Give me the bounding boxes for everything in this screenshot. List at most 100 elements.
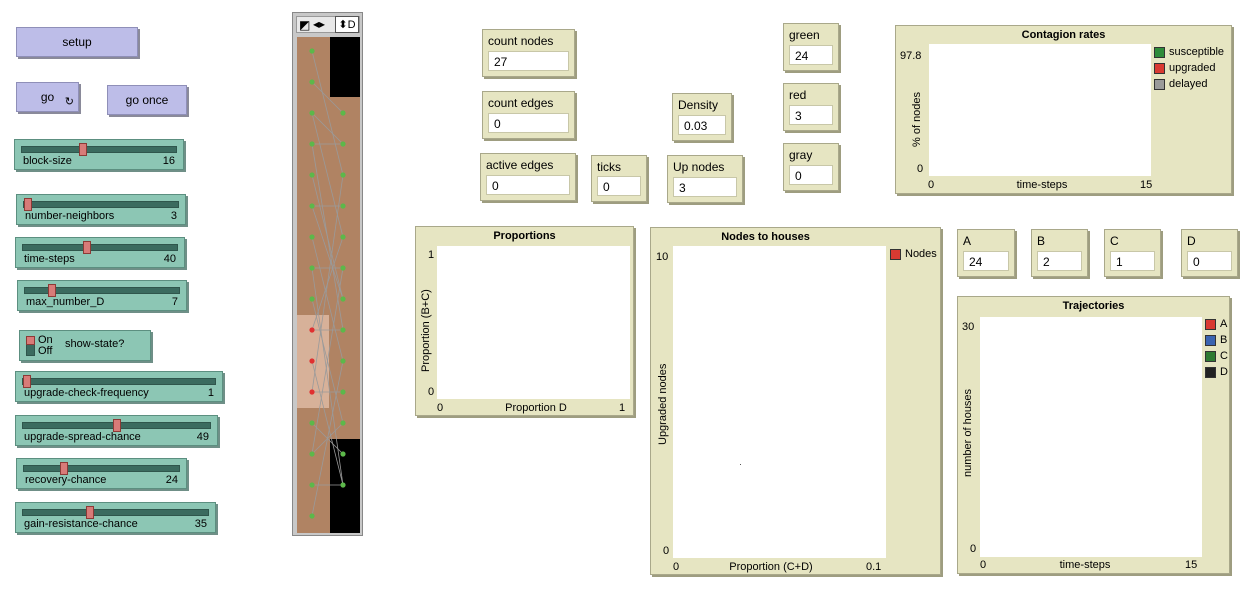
trajectories-legend: A B C D (1205, 316, 1228, 380)
node-susceptible (340, 451, 346, 457)
trajectories-xlabel: time-steps (1059, 559, 1111, 571)
legend-d: D (1205, 364, 1228, 380)
slider-track[interactable] (21, 143, 177, 156)
legend-nodes: Nodes (890, 246, 937, 262)
node-susceptible (340, 482, 346, 488)
gray-label: gray (789, 148, 813, 162)
view-letter: D (347, 18, 356, 31)
legend-a: A (1205, 316, 1228, 332)
vertical-arrows-icon[interactable]: ⬍ D (335, 16, 359, 33)
active-edges-value: 0 (486, 175, 570, 195)
slider-gain-resistance-chance[interactable]: gain-resistance-chance 35 (15, 502, 216, 533)
nodes-legend-label: Nodes (905, 248, 937, 260)
slider-recovery-chance[interactable]: recovery-chance 24 (16, 458, 187, 489)
switch-off-label: Off (38, 345, 53, 357)
slider-track[interactable] (22, 241, 178, 254)
slider-name: upgrade-check-frequency (24, 387, 149, 399)
count-nodes-label: count nodes (488, 34, 554, 48)
node-susceptible (309, 296, 315, 302)
slider-time-steps[interactable]: time-steps 40 (15, 237, 185, 268)
forever-icon: ↻ (64, 96, 74, 108)
nodes-to-houses-plot: Nodes to houses 10 0 0 0.1 Proportion (C… (650, 227, 941, 575)
view-toolbar: ◩ ◂▸ ⬍ D (296, 16, 360, 33)
slider-value: 49 (196, 431, 209, 443)
slider-thumb[interactable] (79, 143, 87, 156)
node-susceptible (309, 234, 315, 240)
proportions-ymin: 0 (428, 386, 435, 398)
slider-track[interactable] (22, 506, 209, 519)
go-once-button[interactable]: go once (107, 85, 187, 115)
node-susceptible (340, 389, 346, 395)
up-nodes-value: 3 (673, 177, 737, 197)
switch-knob[interactable] (26, 336, 35, 345)
slider-value: 16 (162, 155, 175, 167)
slider-track[interactable] (23, 198, 179, 211)
slider-max_number_D[interactable]: max_number_D 7 (17, 280, 187, 311)
go-label: go (40, 90, 55, 104)
delayed-label: delayed (1169, 78, 1208, 90)
slider-thumb[interactable] (83, 241, 91, 254)
b-monitor: B 2 (1031, 229, 1088, 277)
ticks-label: ticks (597, 160, 621, 174)
slider-value: 40 (163, 253, 176, 265)
node-susceptible (309, 110, 315, 116)
c-monitor: C 1 (1104, 229, 1161, 277)
node-susceptible (309, 172, 315, 178)
trajectories-plot: Trajectories 30 0 0 15 time-steps number… (957, 296, 1230, 574)
proportions-plot: Proportions 1 0 0 1 Proportion D Proport… (415, 226, 634, 416)
upgraded-swatch (1154, 62, 1165, 74)
slider-upgrade-spread-chance[interactable]: upgrade-spread-chance 49 (15, 415, 218, 446)
ticks-monitor: ticks 0 (591, 155, 647, 202)
switch-track[interactable] (26, 336, 35, 356)
slider-value: 24 (165, 474, 178, 486)
d-legend-label: D (1220, 366, 1228, 378)
slider-name: max_number_D (26, 296, 105, 308)
b-legend-label: B (1220, 334, 1228, 346)
slider-track[interactable] (22, 375, 216, 388)
c-value: 1 (1110, 251, 1155, 271)
go-button[interactable]: go ↻ (16, 82, 79, 112)
slider-value: 3 (170, 210, 177, 222)
contagion-xmax: 15 (1140, 179, 1153, 191)
setup-button[interactable]: setup (16, 27, 138, 57)
green-monitor: green 24 (783, 23, 839, 71)
a-legend-label: A (1220, 318, 1228, 330)
node-susceptible (340, 110, 346, 116)
contagion-xlabel: time-steps (1016, 179, 1068, 191)
active-edges-label: active edges (486, 158, 554, 172)
node-susceptible (309, 482, 315, 488)
contagion-plot-title: Contagion rates (1021, 29, 1106, 41)
slider-upgrade-check-frequency[interactable]: upgrade-check-frequency 1 (15, 371, 223, 402)
node-upgraded (309, 389, 315, 395)
count-edges-monitor: count edges 0 (482, 91, 575, 139)
node-susceptible (309, 141, 315, 147)
node-susceptible (309, 513, 315, 519)
proportions-xmin: 0 (437, 402, 444, 414)
world-canvas[interactable] (297, 37, 360, 533)
contagion-rates-plot: Contagion rates 97.8 0 0 15 time-steps %… (895, 25, 1232, 194)
black-patch-top (330, 37, 360, 97)
node-susceptible (309, 203, 315, 209)
trajectories-plot-area (980, 317, 1202, 557)
slider-name: block-size (23, 155, 72, 167)
show-state-switch[interactable]: On Off show-state? (19, 330, 151, 361)
red-label: red (789, 88, 807, 102)
node-susceptible (340, 141, 346, 147)
slider-number-neighbors[interactable]: number-neighbors 3 (16, 194, 186, 225)
slider-block-size[interactable]: block-size 16 (14, 139, 184, 170)
red-monitor: red 3 (783, 83, 839, 131)
up-nodes-label: Up nodes (673, 160, 725, 174)
perspective-icon[interactable]: ◩ (299, 18, 310, 32)
nodes-plot-title: Nodes to houses (721, 231, 810, 243)
trajectories-ylabel: number of houses (962, 388, 974, 477)
slider-track[interactable] (22, 419, 211, 432)
nodes-ymin: 0 (663, 545, 670, 557)
horizontal-arrows-icon[interactable]: ◂▸ (313, 17, 325, 31)
node-susceptible (340, 234, 346, 240)
slider-track[interactable] (24, 284, 180, 297)
slider-track[interactable] (23, 462, 180, 475)
b-label: B (1037, 234, 1046, 248)
density-monitor: Density 0.03 (672, 93, 732, 141)
d-monitor: D 0 (1181, 229, 1238, 277)
node-upgraded (309, 358, 315, 364)
